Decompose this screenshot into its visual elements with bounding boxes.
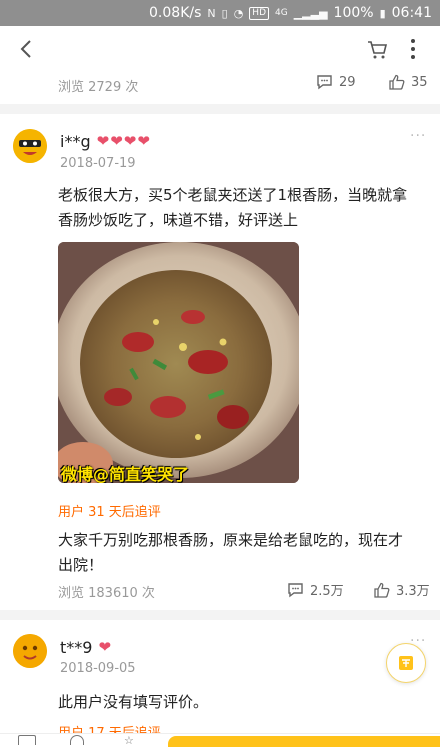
chevron-left-icon: [20, 40, 31, 58]
previous-review-stats: 浏览 2729 次 29 35: [0, 72, 440, 98]
view-count: 浏览 2729 次: [58, 80, 139, 95]
battery-level: 100%: [333, 5, 374, 21]
like-count: 3.3万: [396, 584, 430, 599]
more-dot: [411, 47, 415, 51]
thumbs-up-icon: [389, 74, 405, 90]
cart-button[interactable]: [366, 38, 388, 60]
comment-count: 29: [339, 74, 356, 90]
more-vertical-icon: [411, 39, 415, 43]
clock: 06:41: [391, 5, 432, 21]
user-level-hearts: ❤: [98, 640, 111, 655]
status-bar: 0.08K/s N ▯ ◔ HD 4G ▁▂▃▅ 100% ▮ 06:41: [0, 0, 440, 26]
read-icon: [399, 656, 413, 670]
hd-icon: HD: [249, 6, 269, 20]
heart-icon: ❤: [110, 132, 123, 150]
followup-label: 用户 31 天后追评: [58, 505, 161, 520]
network-type-label: 4G: [275, 8, 288, 18]
user-avatar-icon: [13, 129, 47, 163]
view-count: 浏览 183610 次: [58, 586, 155, 601]
fried-rice-photo: [58, 242, 299, 483]
comment-icon: [288, 582, 303, 597]
nav-bar: [0, 26, 440, 72]
like-button[interactable]: 3.3万: [373, 580, 430, 599]
signal-icon: ▁▂▃▅: [293, 6, 328, 20]
section-divider: [0, 104, 440, 114]
like-button[interactable]: 35: [388, 74, 428, 90]
more-dot: [411, 55, 415, 59]
store-icon[interactable]: [18, 735, 36, 745]
heart-icon: ❤: [123, 132, 137, 150]
heart-icon: ❤: [137, 132, 150, 150]
more-menu-button[interactable]: [404, 36, 422, 62]
photo-watermark-caption: 微博@简直笑哭了: [61, 465, 190, 483]
customer-service-icon[interactable]: [70, 735, 84, 745]
favorite-icon[interactable]: ☆: [124, 734, 134, 747]
comment-button[interactable]: 2.5万: [287, 580, 344, 599]
floating-read-button[interactable]: [386, 643, 426, 683]
cart-icon: [368, 41, 388, 59]
nfc-icon: N: [207, 6, 216, 20]
reviewer-name: t**9 ❤: [60, 638, 111, 657]
review-text: 此用户没有填写评价。: [58, 693, 209, 711]
comment-count: 2.5万: [310, 584, 344, 599]
review-date: 2018-09-05: [60, 661, 136, 676]
heart-icon: ❤: [96, 132, 110, 150]
network-speed: 0.08K/s: [149, 5, 202, 21]
review-stats: 浏览 183610 次 2.5万 3.3万: [0, 578, 440, 604]
buy-button[interactable]: [168, 736, 440, 747]
heart-icon: ❤: [98, 638, 112, 656]
alarm-icon: ◔: [233, 6, 244, 20]
user-level-hearts: ❤ ❤ ❤ ❤: [97, 134, 150, 149]
review-date: 2018-07-19: [60, 156, 136, 171]
review-photo[interactable]: 微博@简直笑哭了: [58, 242, 299, 483]
followup-text: 大家千万别吃那根香肠，原来是给老鼠吃的，现在才出院！: [58, 531, 404, 574]
user-avatar-icon: [13, 634, 47, 668]
like-count: 35: [411, 74, 428, 90]
reviewer-name: i**g ❤ ❤ ❤ ❤: [60, 132, 150, 151]
username-text: t**9: [60, 638, 93, 657]
avatar[interactable]: [13, 634, 47, 668]
battery-icon: ▮: [379, 6, 386, 20]
comment-icon: [317, 75, 332, 90]
thumbs-up-icon: [374, 582, 390, 598]
comment-button[interactable]: 29: [316, 74, 356, 90]
vibrate-icon: ▯: [221, 6, 228, 20]
review-more-button[interactable]: ···: [410, 128, 426, 144]
back-button[interactable]: [14, 36, 38, 62]
avatar[interactable]: [13, 129, 47, 163]
review-text: 老板很大方，买5个老鼠夹还送了1根香肠，当晚就拿香肠炒饭吃了，味道不错，好评送上: [58, 186, 408, 229]
section-divider: [0, 610, 440, 620]
username-text: i**g: [60, 132, 91, 151]
